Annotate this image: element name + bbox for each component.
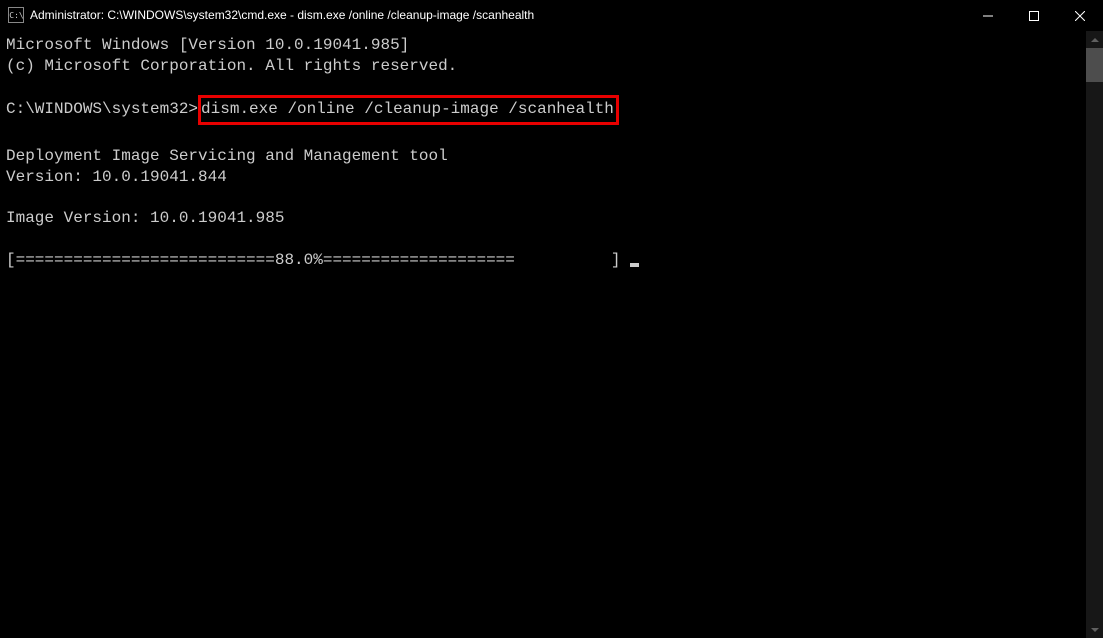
terminal-output[interactable]: Microsoft Windows [Version 10.0.19041.98… [0,31,1086,275]
close-icon [1075,11,1085,21]
scroll-down-arrow[interactable] [1086,621,1103,638]
maximize-button[interactable] [1011,0,1057,31]
image-version-line: Image Version: 10.0.19041.985 [6,209,284,227]
chevron-up-icon [1091,38,1099,42]
vertical-scrollbar[interactable] [1086,31,1103,638]
window-titlebar: C:\ Administrator: C:\WINDOWS\system32\c… [0,0,1103,31]
scroll-thumb[interactable] [1086,48,1103,82]
close-button[interactable] [1057,0,1103,31]
window-title: Administrator: C:\WINDOWS\system32\cmd.e… [30,8,534,22]
minimize-icon [983,11,993,21]
command-highlight: dism.exe /online /cleanup-image /scanhea… [198,95,619,125]
copyright-line: (c) Microsoft Corporation. All rights re… [6,57,457,75]
chevron-down-icon [1091,628,1099,632]
titlebar-left: C:\ Administrator: C:\WINDOWS\system32\c… [8,7,534,23]
version-line: Microsoft Windows [Version 10.0.19041.98… [6,36,409,54]
progress-bar: [===========================88.0%=======… [6,251,630,269]
maximize-icon [1029,11,1039,21]
prompt: C:\WINDOWS\system32> [6,100,198,118]
window-controls [965,0,1103,30]
minimize-button[interactable] [965,0,1011,31]
cursor [630,263,639,267]
tool-version-line: Version: 10.0.19041.844 [6,168,227,186]
cmd-icon: C:\ [8,7,24,23]
tool-name-line: Deployment Image Servicing and Managemen… [6,147,448,165]
scroll-up-arrow[interactable] [1086,31,1103,48]
command-text: dism.exe /online /cleanup-image /scanhea… [201,100,614,118]
